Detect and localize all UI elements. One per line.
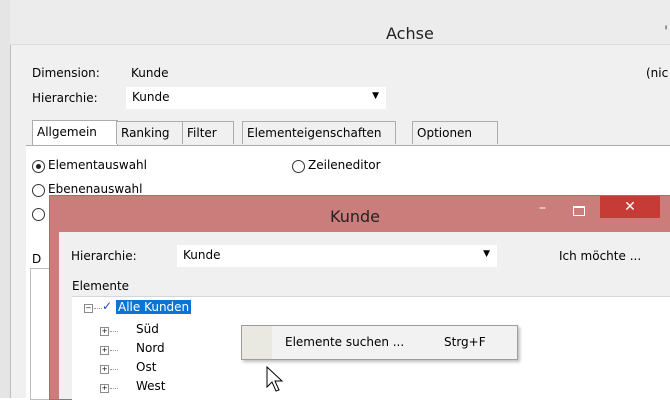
- maximize-icon[interactable]: [573, 206, 585, 216]
- radio-line-editor-label: Zeileneditor: [308, 158, 381, 172]
- hierarchy-combobox-value: Kunde: [132, 90, 170, 104]
- left-list-box: [30, 268, 50, 400]
- outer-titlebar: Achse ': [10, 0, 670, 45]
- radio-line-editor[interactable]: [292, 160, 305, 173]
- tree-connector: [110, 350, 118, 352]
- close-button[interactable]: ✕: [600, 196, 660, 218]
- kunde-dialog: Kunde – ✕ Hierarchie: Kunde ▼ Ich möchte…: [49, 195, 670, 400]
- outer-window-title: Achse: [386, 24, 434, 43]
- tab-ranking[interactable]: Ranking: [116, 121, 184, 144]
- minimize-button[interactable]: –: [539, 200, 546, 216]
- context-menu-gutter: [242, 326, 272, 359]
- dialog-body: Hierarchie: Kunde ▼ Ich möchte ... Eleme…: [59, 232, 670, 400]
- context-menu: Elemente suchen ... Strg+F: [241, 325, 518, 360]
- radio-element-selection-label: Elementauswahl: [48, 158, 147, 172]
- dimension-label: Dimension:: [32, 66, 100, 80]
- elements-label: Elemente: [72, 279, 130, 293]
- tree-node-nord[interactable]: Nord: [136, 341, 165, 355]
- context-menu-item-search[interactable]: Elemente suchen ...: [285, 335, 404, 349]
- dialog-title: Kunde: [330, 207, 380, 226]
- dimension-note: (nic: [646, 66, 669, 80]
- context-menu-shortcut: Strg+F: [444, 335, 486, 349]
- tree-expand-icon[interactable]: +: [100, 384, 109, 393]
- tree-connector: [94, 308, 102, 310]
- tree-connector: [110, 369, 118, 371]
- dialog-dropdown-arrow-icon[interactable]: ▼: [483, 249, 490, 259]
- dialog-hierarchy-combobox[interactable]: Kunde ▼: [177, 245, 497, 267]
- tab-element-properties[interactable]: Elementeigenschaften: [242, 121, 396, 144]
- tree-connector: [110, 388, 118, 390]
- tree-connector: [110, 331, 118, 333]
- tree-node-west[interactable]: West: [136, 379, 166, 393]
- tree-node-ost[interactable]: Ost: [136, 360, 156, 374]
- mouse-pointer-icon: [266, 366, 284, 392]
- i-want-menu[interactable]: Ich möchte ...: [559, 249, 641, 263]
- radio-third-option[interactable]: [32, 208, 45, 221]
- tree-node-sued[interactable]: Süd: [136, 322, 159, 336]
- tree-expand-icon[interactable]: +: [100, 346, 109, 355]
- check-icon[interactable]: ✓: [102, 299, 112, 313]
- dialog-hierarchy-value: Kunde: [183, 248, 221, 262]
- tab-filter[interactable]: Filter: [182, 121, 234, 144]
- hierarchy-combobox[interactable]: Kunde ▼: [126, 87, 386, 109]
- dropdown-arrow-icon[interactable]: ▼: [372, 91, 379, 101]
- tree-expand-icon[interactable]: +: [100, 365, 109, 374]
- dialog-hierarchy-label: Hierarchie:: [71, 249, 137, 263]
- radio-level-selection-label: Ebenenauswahl: [48, 182, 143, 196]
- tree-node-root[interactable]: Alle Kunden: [116, 300, 192, 314]
- outer-close-icon[interactable]: ': [664, 24, 668, 40]
- tree-expand-icon[interactable]: +: [100, 327, 109, 336]
- radio-level-selection[interactable]: [32, 184, 45, 197]
- tree-collapse-icon[interactable]: −: [84, 304, 93, 313]
- hierarchy-label: Hierarchie:: [32, 91, 98, 105]
- left-cut-label: D: [32, 252, 42, 266]
- dimension-value: Kunde: [131, 66, 169, 80]
- tab-options[interactable]: Optionen: [412, 121, 498, 144]
- tab-general[interactable]: Allgemein: [32, 120, 118, 145]
- radio-element-selection[interactable]: [32, 160, 45, 173]
